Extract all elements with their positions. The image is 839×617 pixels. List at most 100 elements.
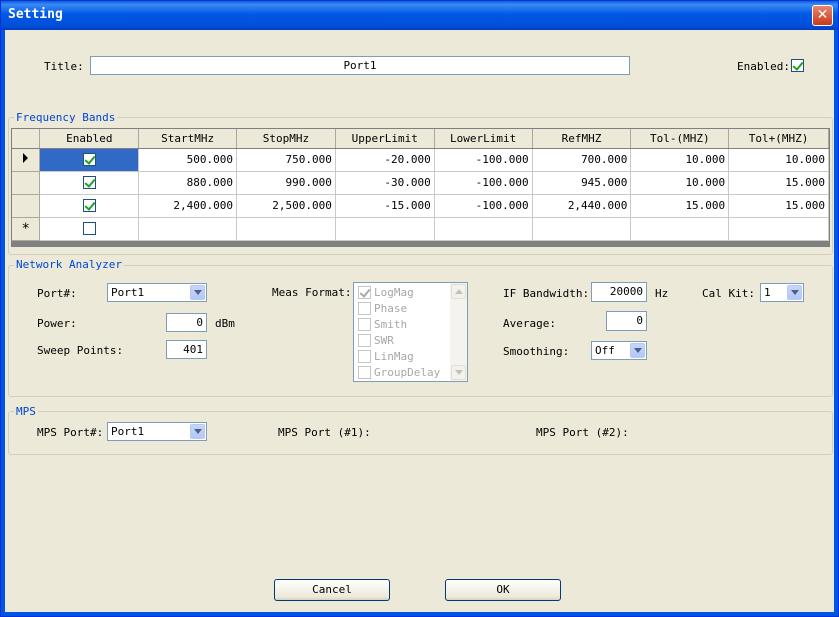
- if-bandwidth-label: IF Bandwidth:: [503, 287, 590, 300]
- meas-format-checkbox[interactable]: [358, 334, 371, 347]
- ref-mhz-cell[interactable]: 2,440.000: [532, 194, 632, 218]
- setting-dialog: Setting ✕ Title: Port1 Enabled: Frequenc…: [0, 0, 839, 617]
- meas-format-label-text: SWR: [374, 334, 394, 347]
- ref-mhz-cell[interactable]: 945.000: [532, 171, 632, 195]
- column-header[interactable]: UpperLimit: [335, 129, 435, 149]
- scroll-down-icon[interactable]: [451, 365, 466, 380]
- grid-cell[interactable]: [630, 217, 730, 241]
- meas-format-checkbox[interactable]: [358, 302, 371, 315]
- close-button[interactable]: ✕: [812, 5, 833, 26]
- grid-cell[interactable]: [335, 217, 435, 241]
- mps-title: MPS: [14, 405, 38, 418]
- table-row[interactable]: 500.000 750.000 -20.000 -100.000 700.000…: [12, 148, 829, 172]
- row-enabled-cell[interactable]: [39, 171, 140, 195]
- tol-plus-cell[interactable]: 15.000: [728, 171, 829, 195]
- smoothing-select[interactable]: Off: [591, 341, 647, 360]
- row-header[interactable]: [12, 148, 41, 172]
- start-mhz-cell[interactable]: 880.000: [138, 171, 238, 195]
- start-mhz-cell[interactable]: 500.000: [138, 148, 238, 172]
- stop-mhz-cell[interactable]: 750.000: [236, 148, 336, 172]
- column-header[interactable]: Tol-(MHZ): [630, 129, 730, 149]
- port-label: Port#:: [37, 287, 77, 300]
- tol-minus-cell[interactable]: 10.000: [630, 148, 730, 172]
- chevron-down-icon[interactable]: [787, 285, 802, 300]
- row-enabled-cell[interactable]: [39, 217, 140, 241]
- cal-kit-label: Cal Kit:: [702, 287, 755, 300]
- meas-format-checkbox[interactable]: [358, 286, 371, 299]
- if-bandwidth-input[interactable]: 20000: [591, 282, 647, 302]
- scroll-up-icon[interactable]: [451, 284, 466, 299]
- meas-format-checkbox[interactable]: [358, 366, 371, 379]
- network-analyzer-title: Network Analyzer: [14, 258, 124, 271]
- tol-minus-cell[interactable]: 10.000: [630, 171, 730, 195]
- power-label: Power:: [37, 317, 77, 330]
- grid-cell[interactable]: [138, 217, 238, 241]
- column-header[interactable]: LowerLimit: [434, 129, 533, 149]
- row-header[interactable]: [12, 194, 41, 218]
- lower-limit-cell[interactable]: -100.000: [434, 171, 533, 195]
- meas-format-scrollbar[interactable]: [450, 283, 467, 381]
- sweep-points-input[interactable]: 401: [166, 340, 207, 359]
- row-enabled-checkbox[interactable]: [82, 222, 96, 236]
- upper-limit-cell[interactable]: -20.000: [335, 148, 435, 172]
- close-icon: ✕: [816, 7, 829, 23]
- cal-kit-select[interactable]: 1: [760, 283, 804, 302]
- enabled-checkbox[interactable]: [791, 59, 804, 72]
- power-input[interactable]: 0: [166, 313, 207, 332]
- upper-limit-cell[interactable]: -30.000: [335, 171, 435, 195]
- row-enabled-checkbox[interactable]: [82, 153, 96, 167]
- if-bandwidth-unit: Hz: [655, 287, 669, 300]
- column-header[interactable]: StartMHz: [138, 129, 238, 149]
- lower-limit-cell[interactable]: -100.000: [434, 194, 533, 218]
- meas-format-checkbox[interactable]: [358, 318, 371, 331]
- port-select-value: Port1: [111, 286, 145, 299]
- grid-cell[interactable]: [728, 217, 829, 241]
- sweep-points-label: Sweep Points:: [37, 344, 124, 357]
- table-row[interactable]: 2,400.000 2,500.000 -15.000 -100.000 2,4…: [12, 194, 829, 218]
- tol-plus-cell[interactable]: 10.000: [728, 148, 829, 172]
- tol-plus-cell[interactable]: 15.000: [728, 194, 829, 218]
- new-row[interactable]: *: [12, 217, 829, 241]
- meas-format-label-text: Phase: [374, 302, 408, 315]
- port-select[interactable]: Port1: [107, 283, 207, 302]
- row-enabled-cell[interactable]: [39, 194, 140, 218]
- chevron-down-icon[interactable]: [630, 343, 645, 358]
- start-mhz-cell[interactable]: 2,400.000: [138, 194, 238, 218]
- meas-format-label-text: LogMag: [374, 286, 414, 299]
- meas-format-list[interactable]: LogMag Phase Smith SWR LinMag GroupDelay: [353, 282, 468, 382]
- grid-cell[interactable]: [532, 217, 632, 241]
- row-enabled-checkbox[interactable]: [82, 176, 96, 190]
- column-header[interactable]: Enabled: [39, 129, 140, 149]
- average-input[interactable]: 0: [606, 311, 647, 331]
- grid-cell[interactable]: [236, 217, 336, 241]
- column-header[interactable]: RefMHZ: [532, 129, 632, 149]
- stop-mhz-cell[interactable]: 2,500.000: [236, 194, 336, 218]
- window-frame-bottom: [1, 612, 838, 616]
- current-row-icon: [23, 153, 29, 163]
- ref-mhz-cell[interactable]: 700.000: [532, 148, 632, 172]
- upper-limit-cell[interactable]: -15.000: [335, 194, 435, 218]
- meas-format-checkbox[interactable]: [358, 350, 371, 363]
- cal-kit-select-value: 1: [764, 286, 771, 299]
- tol-minus-cell[interactable]: 15.000: [630, 194, 730, 218]
- column-header[interactable]: StopMHz: [236, 129, 336, 149]
- stop-mhz-cell[interactable]: 990.000: [236, 171, 336, 195]
- column-header[interactable]: Tol+(MHZ): [728, 129, 829, 149]
- mps-port-select[interactable]: Port1: [107, 422, 207, 441]
- row-enabled-cell[interactable]: [39, 148, 140, 172]
- average-label: Average:: [503, 317, 556, 330]
- lower-limit-cell[interactable]: -100.000: [434, 148, 533, 172]
- table-row[interactable]: 880.000 990.000 -30.000 -100.000 945.000…: [12, 171, 829, 195]
- chevron-down-icon[interactable]: [190, 285, 205, 300]
- title-bar[interactable]: Setting ✕: [1, 1, 838, 30]
- chevron-down-icon[interactable]: [190, 424, 205, 439]
- ok-button[interactable]: OK: [445, 579, 561, 601]
- row-enabled-checkbox[interactable]: [82, 199, 96, 213]
- grid-cell[interactable]: [434, 217, 533, 241]
- cancel-button[interactable]: Cancel: [274, 579, 390, 601]
- grid-header-row: Enabled StartMHz StopMHz UpperLimit Lowe…: [12, 129, 829, 149]
- title-input[interactable]: Port1: [90, 56, 630, 75]
- meas-format-label: Meas Format:: [272, 286, 352, 299]
- grid-corner: [12, 129, 41, 149]
- row-header[interactable]: [12, 171, 41, 195]
